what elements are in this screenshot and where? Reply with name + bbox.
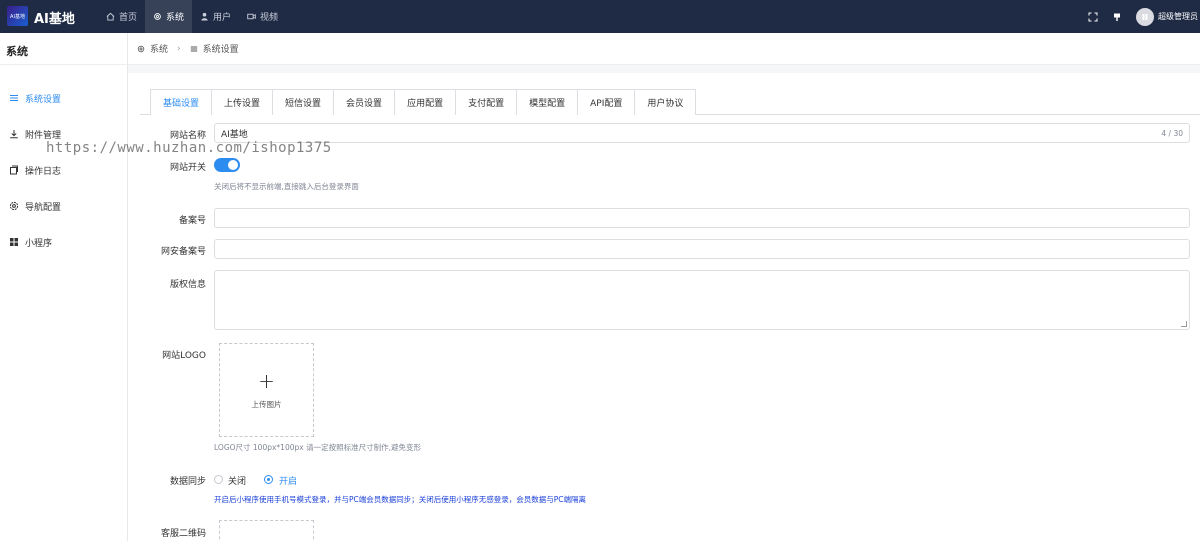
gear-icon [154, 13, 161, 20]
tab-member[interactable]: 会员设置 [334, 90, 396, 115]
copy-icon [10, 165, 18, 175]
sidebar-item-label: 小程序 [25, 238, 53, 249]
breadcrumb-root[interactable]: 系统 [150, 42, 168, 55]
radio-off-label[interactable]: 关闭 [228, 474, 246, 487]
plus-icon: + [258, 368, 275, 393]
broom-icon[interactable] [1112, 12, 1122, 22]
tab-sms[interactable]: 短信设置 [273, 90, 335, 115]
avatar[interactable] [1136, 7, 1154, 26]
settings-tabs: 基础设置 上传设置 短信设置 会员设置 应用配置 支付配置 模型配置 API配置… [150, 89, 697, 115]
sidebar-item-label: 操作日志 [25, 166, 62, 177]
top-right-tools: 超级管理员 [1088, 0, 1200, 33]
nav-label: 视频 [260, 13, 279, 23]
copyright-textarea[interactable] [214, 270, 1190, 330]
app-logo[interactable]: AI基地 [7, 6, 28, 26]
data-sync-label: 数据同步 [169, 477, 206, 487]
download-icon [10, 130, 18, 139]
sidebar-item-label: 导航配置 [25, 202, 62, 213]
nav-label: 用户 [213, 13, 232, 23]
grid-icon [10, 238, 18, 246]
gear-icon [137, 45, 145, 52]
icp-label: 备案号 [178, 216, 206, 226]
sidebar-item-system-settings[interactable]: 系统设置 [0, 80, 127, 116]
tab-api[interactable]: API配置 [578, 90, 636, 115]
user-icon [201, 12, 208, 21]
nav-item-home[interactable]: 首页 [98, 0, 145, 33]
radio-off[interactable] [214, 475, 223, 484]
nav-item-video[interactable]: 视频 [239, 0, 286, 33]
nav-item-system[interactable]: 系统 [145, 0, 193, 33]
tab-basic[interactable]: 基础设置 [151, 90, 213, 115]
top-nav: 首页 系统 用户 视频 [98, 0, 286, 33]
video-icon [247, 13, 256, 20]
radio-on[interactable] [264, 475, 273, 484]
app-title[interactable]: AI基地 [34, 8, 75, 27]
avatar-user-icon [1142, 13, 1148, 20]
resize-handle-icon[interactable] [1181, 321, 1187, 327]
logo-upload-box[interactable]: + 上传图片 [219, 343, 314, 437]
breadcrumb: 系统 › 系统设置 [128, 33, 1200, 65]
menu-icon [10, 94, 18, 102]
breadcrumb-current: 系统设置 [202, 45, 239, 55]
tab-payment[interactable]: 支付配置 [456, 90, 518, 115]
user-name[interactable]: 超级管理员 [1158, 11, 1198, 22]
site-switch-hint: 关闭后将不显示前端,直接跳入后台登录界面 [214, 182, 359, 191]
tab-app[interactable]: 应用配置 [395, 90, 457, 115]
sidebar-item-label: 附件管理 [25, 130, 62, 141]
nav-label: 系统 [166, 13, 185, 23]
site-switch-toggle[interactable] [214, 158, 240, 172]
nav-item-user[interactable]: 用户 [192, 0, 239, 33]
tab-model[interactable]: 模型配置 [517, 90, 579, 115]
tab-agreement[interactable]: 用户协议 [635, 90, 696, 115]
copyright-label: 版权信息 [169, 280, 206, 290]
site-name-value: AI基地 [221, 129, 248, 140]
site-name-input[interactable]: AI基地 4 / 30 [214, 123, 1190, 143]
police-icp-label: 网安备案号 [160, 247, 206, 257]
upload-text: 上传图片 [251, 399, 282, 409]
service-qr-label: 客服二维码 [160, 529, 206, 539]
sidebar-item-miniprogram[interactable]: 小程序 [0, 224, 127, 260]
nav-label: 首页 [119, 13, 138, 23]
chevron-right-icon: › [177, 43, 181, 54]
menu-icon [190, 46, 197, 51]
sidebar-item-label: 系统设置 [25, 94, 62, 105]
logo-label: 网站LOGO [162, 351, 206, 361]
radio-on-label[interactable]: 开启 [279, 474, 297, 487]
tab-upload[interactable]: 上传设置 [212, 90, 274, 115]
char-counter: 4 / 30 [1161, 128, 1183, 138]
sidebar-item-nav-config[interactable]: 导航配置 [0, 188, 127, 224]
service-qr-upload-box[interactable] [219, 520, 314, 541]
home-icon [106, 12, 115, 21]
logo-hint: LOGO尺寸 100px*100px 请一定按照标准尺寸制作,避免变形 [214, 443, 421, 452]
logo-text: AI基地 [10, 13, 25, 20]
fullscreen-icon[interactable] [1088, 12, 1098, 22]
sidebar-item-logs[interactable]: 操作日志 [0, 152, 127, 188]
police-icp-input[interactable] [214, 239, 1190, 259]
site-switch-label: 网站开关 [169, 163, 206, 173]
watermark-text: https://www.huzhan.com/ishop1375 [46, 140, 332, 156]
icp-input[interactable] [214, 208, 1190, 228]
sidebar: 系统 系统设置 附件管理 操作日志 导航配置 小程序 [0, 33, 128, 541]
data-sync-hint: 开启后小程序使用手机号模式登录，并与PC端会员数据同步；关闭后使用小程序无感登录… [214, 495, 587, 504]
top-navbar: AI基地 AI基地 首页 系统 用户 视频 超级管理员 [0, 0, 1200, 33]
gear-icon [9, 201, 19, 211]
content-divider [128, 65, 1200, 73]
sidebar-title: 系统 [0, 33, 127, 65]
